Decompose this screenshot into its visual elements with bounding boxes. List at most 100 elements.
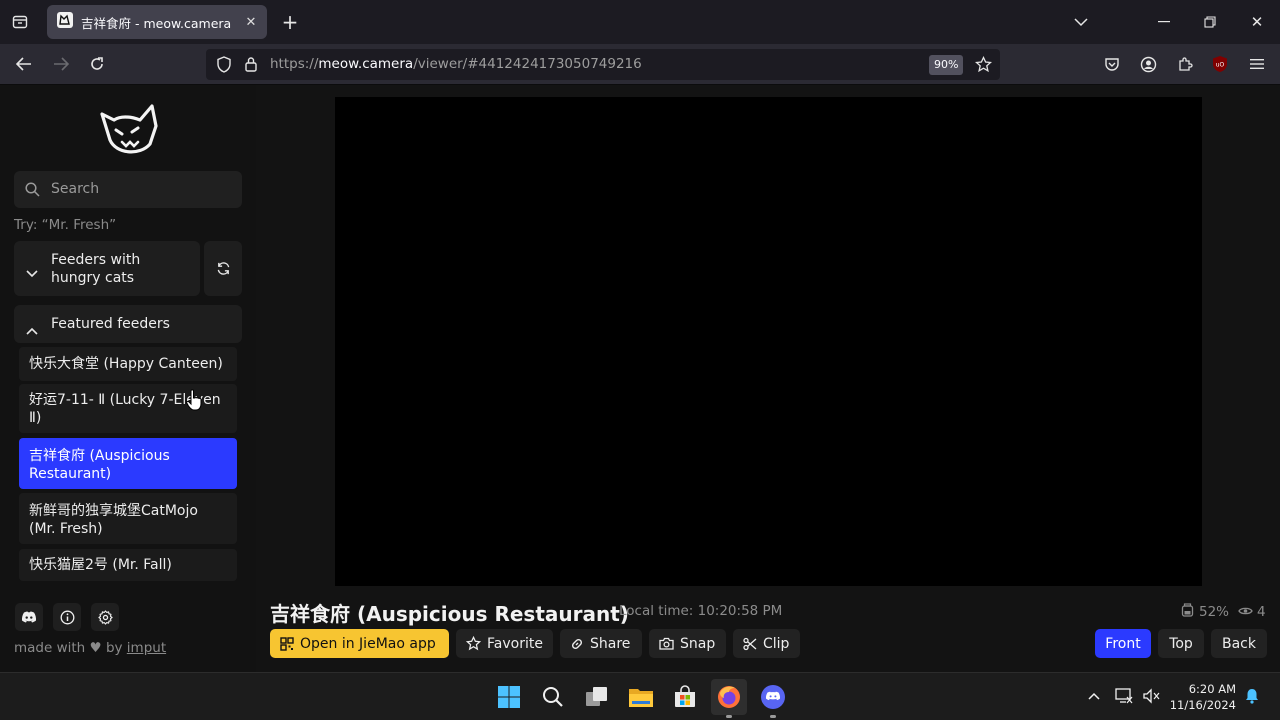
search-icon	[25, 182, 40, 201]
task-view-icon[interactable]	[583, 683, 611, 711]
snap-label: Snap	[680, 635, 716, 652]
search-hint: Try: “Mr. Fresh”	[14, 217, 117, 233]
feeder-stats: 52% 4	[1181, 603, 1266, 621]
pocket-icon[interactable]	[1101, 54, 1123, 74]
gear-icon	[97, 609, 113, 625]
open-in-jiemao-app-button[interactable]: Open in JieMao app	[270, 629, 449, 658]
info-icon	[60, 610, 74, 624]
view-front-button[interactable]: Front	[1095, 629, 1151, 658]
clip-button[interactable]: Clip	[733, 629, 800, 658]
share-label: Share	[590, 635, 631, 652]
svg-text:uO: uO	[1216, 62, 1225, 69]
restore-icon[interactable]	[1200, 12, 1220, 32]
feeder-item[interactable]: 好运7-11- Ⅱ (Lucky 7-Eleven Ⅱ)	[19, 384, 237, 433]
camera-video-player[interactable]	[335, 97, 1202, 586]
meow-camera-logo[interactable]	[96, 100, 160, 162]
discord-icon	[21, 611, 37, 623]
microsoft-store-icon[interactable]	[671, 683, 699, 711]
shield-icon[interactable]	[216, 56, 232, 77]
heart-icon: ♥	[89, 640, 102, 656]
chevron-down-icon	[26, 263, 38, 282]
url-path: /viewer/#4412424173050749216	[413, 56, 642, 72]
url-bar[interactable]: https://meow.camera/viewer/#441242417305…	[206, 49, 1000, 80]
footer-by: by	[105, 640, 123, 656]
feeder-item[interactable]: 新鲜哥的独享城堡CatMojo (Mr. Fresh)	[19, 493, 237, 544]
firefox-icon[interactable]	[711, 679, 747, 715]
viewer-count: 4	[1257, 604, 1266, 620]
tab-overview-icon[interactable]	[8, 11, 32, 33]
show-hidden-icons-chevron-icon[interactable]	[1085, 685, 1103, 707]
url-scheme: https://	[270, 56, 319, 72]
taskbar-clock[interactable]: 6:20 AM 11/16/2024	[1170, 681, 1236, 713]
notification-bell-icon[interactable]	[1241, 685, 1263, 707]
account-icon[interactable]	[1137, 54, 1159, 74]
refresh-button[interactable]	[204, 241, 242, 296]
favorite-button[interactable]: Favorite	[456, 629, 553, 658]
favorite-label: Favorite	[487, 635, 543, 652]
local-time: Local time: 10:20:58 PM	[619, 603, 783, 619]
app-menu-icon[interactable]	[1246, 54, 1268, 74]
zoom-level-badge[interactable]: 90%	[929, 55, 964, 75]
file-explorer-icon[interactable]	[627, 683, 655, 711]
discord-taskbar-icon[interactable]	[759, 683, 787, 711]
firefox-running-indicator	[726, 715, 732, 718]
close-window-icon[interactable]: ✕	[1247, 12, 1267, 32]
camera-icon	[659, 637, 674, 650]
windows-taskbar	[0, 672, 1280, 720]
camera-title: 吉祥食府 (Auspicious Restaurant)	[270, 602, 629, 626]
extensions-puzzle-icon[interactable]	[1174, 54, 1196, 74]
tab-close-icon[interactable]: ✕	[241, 15, 261, 30]
back-arrow-icon[interactable]	[13, 54, 35, 74]
footer-prefix: made with	[14, 640, 86, 656]
info-button[interactable]	[53, 603, 81, 631]
browser-tab[interactable]: 吉祥食府 - meow.camera ✕	[47, 5, 267, 39]
feeder-item-active[interactable]: 吉祥食府 (Auspicious Restaurant)	[19, 438, 237, 489]
search-placeholder: Search	[51, 181, 100, 197]
view-back-button[interactable]: Back	[1211, 629, 1267, 658]
new-tab-icon[interactable]: +	[279, 10, 301, 34]
hungry-cats-section-label: Feeders with hungry cats	[51, 252, 141, 286]
food-level: 52%	[1199, 604, 1230, 620]
featured-feeders-section-label: Featured feeders	[51, 316, 170, 332]
open-in-jiemao-app-label: Open in JieMao app	[300, 635, 436, 652]
bookmark-star-icon[interactable]	[974, 55, 993, 77]
share-button[interactable]: Share	[560, 629, 642, 658]
snap-button[interactable]: Snap	[649, 629, 726, 658]
reload-icon[interactable]	[86, 54, 108, 74]
refresh-icon	[217, 262, 229, 275]
windows-start-icon[interactable]	[495, 683, 523, 711]
qr-code-icon	[280, 636, 294, 651]
tab-title: 吉祥食府 - meow.camera	[81, 15, 232, 31]
view-top-button[interactable]: Top	[1158, 629, 1204, 658]
hungry-cats-section-toggle[interactable]: Feeders with hungry cats	[14, 241, 200, 296]
network-icon[interactable]	[1113, 685, 1135, 707]
chevron-up-icon	[26, 320, 38, 339]
url-text[interactable]: https://meow.camera/viewer/#441242417305…	[270, 56, 642, 72]
volume-muted-icon[interactable]	[1140, 685, 1162, 707]
cat-favicon-icon	[57, 12, 73, 32]
food-container-icon	[1181, 603, 1194, 621]
search-field[interactable]: Search	[14, 171, 242, 208]
link-icon	[571, 638, 583, 649]
clock-time: 6:20 AM	[1188, 682, 1236, 696]
imput-link[interactable]: imput	[127, 640, 166, 656]
discord-button[interactable]	[15, 603, 43, 631]
made-with-footer: made with ♥ by imput	[14, 640, 166, 656]
feeder-item[interactable]: 快乐猫屋2号 (Mr. Fall)	[19, 549, 237, 581]
scissors-icon	[743, 637, 757, 650]
clock-date: 11/16/2024	[1169, 698, 1236, 712]
ublock-origin-icon[interactable]: uO	[1209, 53, 1231, 75]
minimize-icon[interactable]	[1154, 12, 1174, 32]
taskbar-search-icon[interactable]	[539, 683, 567, 711]
sidebar: Search Try: “Mr. Fresh” Feeders with hun…	[0, 85, 256, 672]
settings-button[interactable]	[91, 603, 119, 631]
star-icon	[466, 636, 481, 651]
feeder-item[interactable]: 快乐大食堂 (Happy Canteen)	[19, 347, 237, 381]
lock-icon[interactable]	[244, 56, 258, 76]
discord-running-indicator	[770, 715, 776, 718]
browser-tab-bar: 吉祥食府 - meow.camera ✕ + ✕	[0, 0, 1280, 44]
forward-arrow-icon[interactable]	[50, 54, 72, 74]
url-host: meow.camera	[318, 56, 414, 72]
featured-feeders-section-toggle[interactable]: Featured feeders	[14, 305, 242, 343]
list-all-tabs-icon[interactable]	[1070, 12, 1092, 32]
